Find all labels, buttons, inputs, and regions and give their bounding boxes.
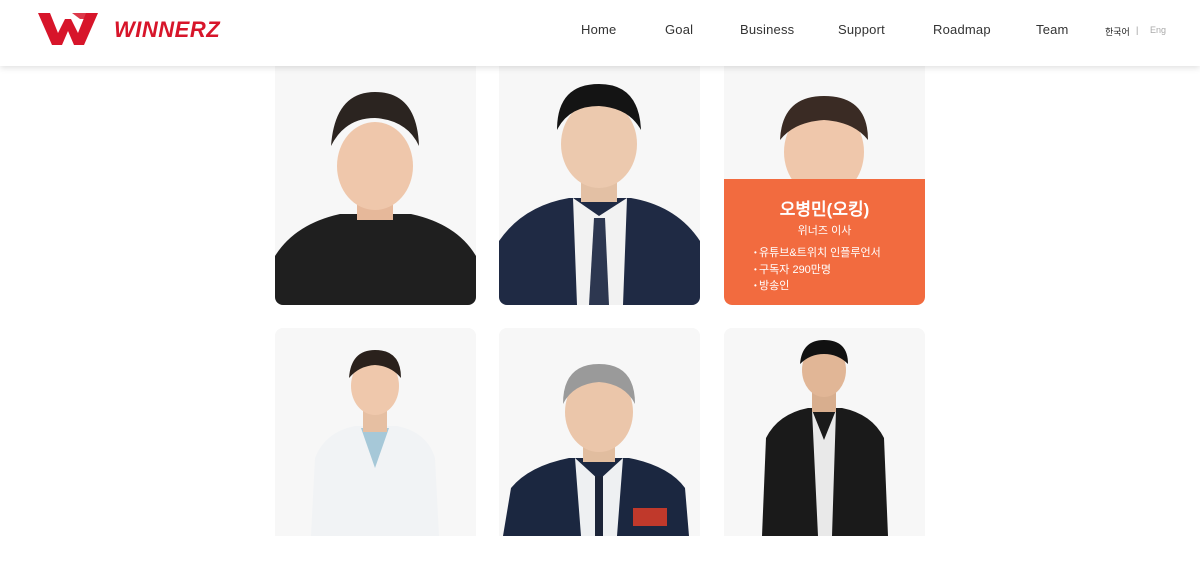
bio-item: 유튜브&트위치 인플루언서 [754,245,881,262]
nav-support[interactable]: Support [838,22,885,37]
nav-roadmap[interactable]: Roadmap [933,22,991,37]
bio-item: 방송인 [754,278,881,295]
team-card[interactable] [275,66,476,305]
team-card[interactable] [499,66,700,305]
team-member-photo [724,328,925,536]
nav-home[interactable]: Home [581,22,616,37]
team-member-photo [499,66,700,305]
winnerz-logo-mark-icon [38,13,98,45]
brand-logo[interactable]: WINNERZ [38,11,246,47]
team-member-title: 위너즈 이사 [797,225,852,237]
lang-korean[interactable]: 한국어 [1105,25,1130,38]
nav-goal[interactable]: Goal [665,22,693,37]
team-member-photo [275,328,476,536]
nav-business[interactable]: Business [740,22,794,37]
team-member-info-overlay: 오병민(오킹) 위너즈 이사 유튜브&트위치 인플루언서 구독자 290만명 방… [724,179,925,305]
lang-english[interactable]: Eng [1150,25,1166,35]
team-card[interactable] [724,328,925,536]
svg-text:WINNERZ: WINNERZ [114,18,221,40]
bio-item: 구독자 290만명 [754,262,881,279]
team-member-bio-list: 유튜브&트위치 인플루언서 구독자 290만명 방송인 [754,245,881,295]
lang-separator: | [1136,25,1139,35]
team-member-name: 오병민(오킹) [779,200,870,219]
team-member-photo [275,66,476,305]
team-member-photo [499,328,700,536]
team-card-featured[interactable]: 오병민(오킹) 위너즈 이사 유튜브&트위치 인플루언서 구독자 290만명 방… [724,66,925,305]
site-header: WINNERZ Home Goal Business Support Roadm… [0,0,1200,66]
nav-team[interactable]: Team [1036,22,1069,37]
winnerz-logo-wordmark: WINNERZ [114,18,221,40]
team-card[interactable] [275,328,476,536]
team-card[interactable] [499,328,700,536]
